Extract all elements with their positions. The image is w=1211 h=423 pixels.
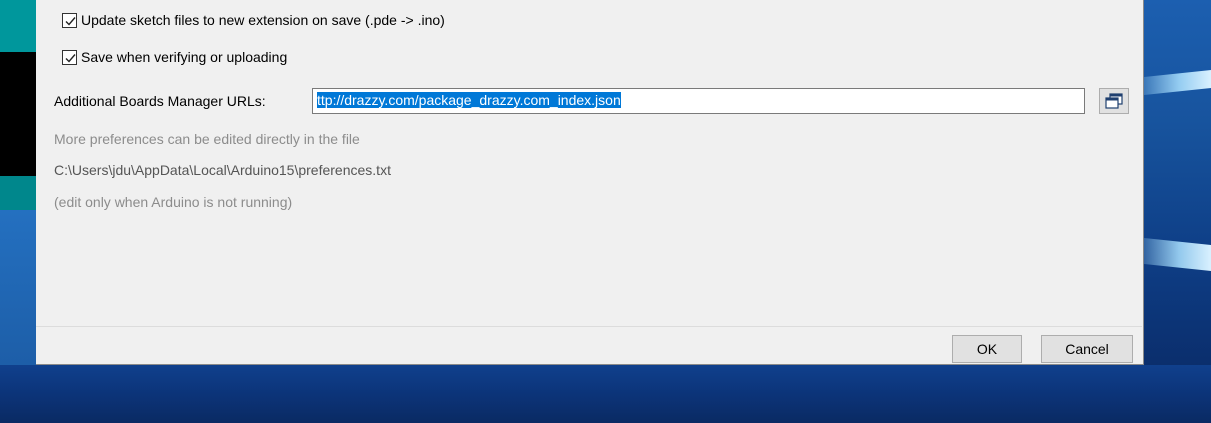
checkmark-icon	[65, 16, 76, 26]
cancel-button[interactable]: Cancel	[1041, 335, 1133, 363]
boards-manager-urls-selected-text: ttp://drazzy.com/package_drazzy.com_inde…	[317, 92, 621, 108]
update-extension-checkbox[interactable]	[62, 12, 77, 28]
editor-status-strip	[0, 176, 36, 210]
editor-toolbar-strip	[0, 0, 36, 52]
dialog-button-bar: OK Cancel	[36, 326, 1142, 364]
preferences-file-path: C:\Users\jdu\AppData\Local\Arduino15\pre…	[54, 162, 391, 178]
save-when-verifying-checkbox[interactable]	[62, 49, 77, 65]
save-when-verifying-label: Save when verifying or uploading	[81, 49, 288, 65]
preferences-dialog: Update sketch files to new extension on …	[36, 0, 1144, 365]
ok-button[interactable]: OK	[952, 335, 1022, 363]
editor-lower-strip	[0, 210, 36, 365]
checkmark-icon	[65, 53, 76, 63]
update-extension-option[interactable]: Update sketch files to new extension on …	[62, 12, 445, 28]
wallpaper-lower-area	[0, 365, 1211, 423]
window-list-icon	[1105, 93, 1123, 109]
edit-warning-note: (edit only when Arduino is not running)	[54, 194, 293, 210]
background-editor-window[interactable]	[0, 0, 36, 365]
editor-console-strip	[0, 52, 36, 176]
boards-manager-urls-label: Additional Boards Manager URLs:	[54, 93, 266, 109]
boards-manager-urls-field[interactable]: ttp://drazzy.com/package_drazzy.com_inde…	[312, 88, 1085, 114]
update-extension-label: Update sketch files to new extension on …	[81, 12, 445, 28]
edit-urls-list-button[interactable]	[1099, 88, 1129, 114]
save-when-verifying-option[interactable]: Save when verifying or uploading	[62, 49, 287, 65]
desktop: Update sketch files to new extension on …	[0, 0, 1211, 423]
preferences-settings-panel: Update sketch files to new extension on …	[36, 0, 1142, 326]
more-preferences-note: More preferences can be edited directly …	[54, 131, 360, 147]
